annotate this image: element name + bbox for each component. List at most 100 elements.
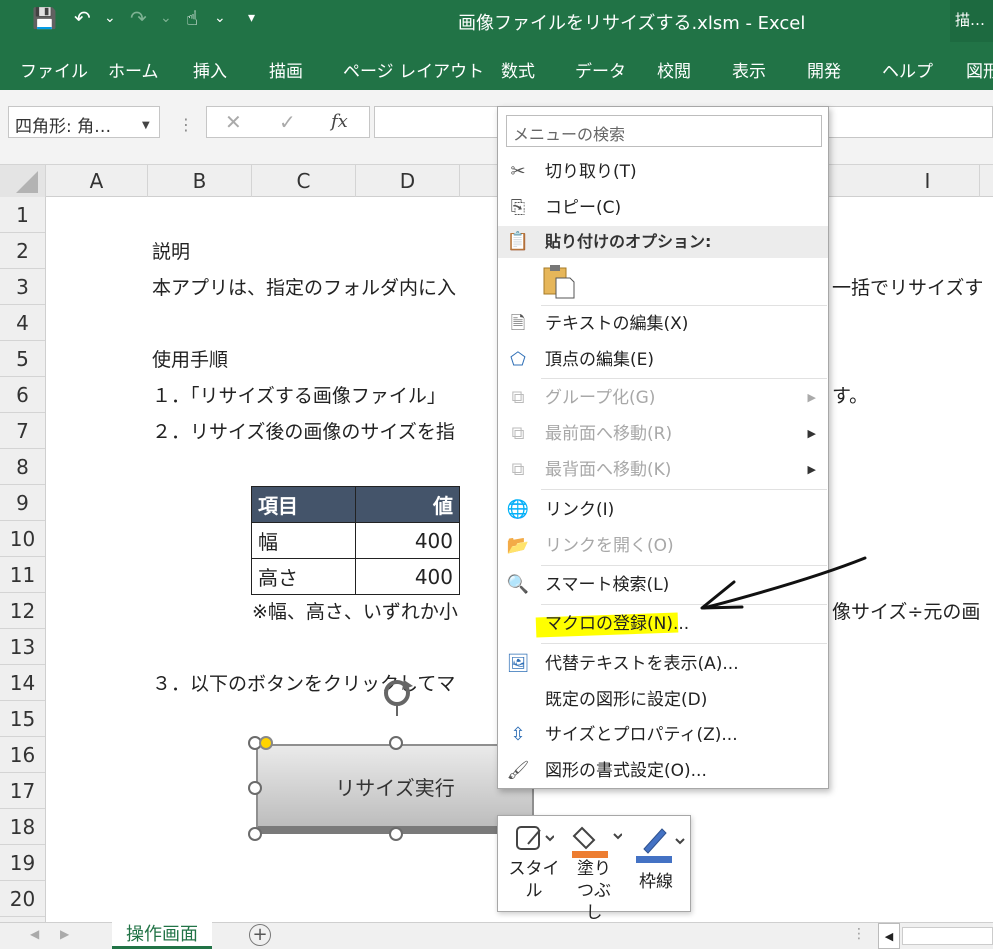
add-sheet-icon[interactable]: + [249,924,271,946]
tab-formulas[interactable]: 数式 [501,57,535,82]
horizontal-scrollbar[interactable] [902,927,993,945]
menu-item-alt-text[interactable]: 🖼 代替テキストを表示(A)... [498,647,828,681]
smart-lookup-icon: 🔍 [506,574,530,595]
table-cell[interactable]: 400 [355,522,460,559]
row-header[interactable]: 5 [0,341,45,377]
menu-item-copy[interactable]: ⎘ コピー(C) [498,191,828,225]
submenu-arrow-icon: ▶ [807,391,816,404]
send-to-back-icon: ⧉ [511,459,525,480]
grip-icon: ⋮ [178,115,194,134]
name-box-dropdown-icon[interactable]: ▼ [142,120,150,131]
name-box[interactable]: 四角形: 角… [8,106,160,138]
row-header[interactable]: 18 [0,809,45,845]
undo-dropdown-icon[interactable]: ⌄ [104,10,116,26]
menu-item-format-shape[interactable]: 🖌 図形の書式設定(O)... [498,754,828,788]
sheet-tab-active[interactable]: 操作画面 [112,922,212,949]
column-header[interactable]: I [876,165,980,197]
resize-handle[interactable] [248,781,262,795]
row-header[interactable]: 19 [0,845,45,881]
size-properties-icon: ⇳ [510,724,526,745]
table-cell[interactable]: 高さ [251,558,356,595]
scroll-right-icon[interactable]: ▶ [60,927,69,941]
menu-item-cut[interactable]: ✂ 切り取り(T) [498,155,828,189]
tab-page-layout[interactable]: ページ レイアウト [343,57,484,82]
tab-data[interactable]: データ [575,57,626,82]
cell-step-1-overflow: す。 [832,385,869,407]
enter-icon[interactable]: ✓ [279,110,296,134]
cancel-icon[interactable]: ✕ [225,110,242,134]
tab-developer[interactable]: 開発 [807,57,841,82]
menu-item-label: 最前面へ移動(R) [545,424,673,444]
resize-handle[interactable] [389,827,403,841]
style-icon [516,826,554,850]
row-header[interactable]: 16 [0,737,45,773]
row-header[interactable]: 1 [0,197,45,233]
menu-item-label: リンク(I) [545,500,615,520]
row-header[interactable]: 11 [0,557,45,593]
submenu-arrow-icon[interactable]: ▶ [808,453,816,487]
adjust-handle[interactable] [259,736,273,750]
row-header[interactable]: 10 [0,521,45,557]
style-button[interactable]: スタイル [506,826,562,902]
row-header[interactable]: 6 [0,377,45,413]
row-header[interactable]: 15 [0,701,45,737]
column-header[interactable]: D [356,165,460,197]
scroll-left-icon[interactable]: ◀ [30,927,39,941]
tab-help[interactable]: ヘルプ [882,57,933,82]
menu-item-link[interactable]: 🌐 リンク(I) [498,493,828,527]
tab-file[interactable]: ファイル [20,57,88,82]
menu-item-label: スマート検索(L) [545,575,670,595]
row-header[interactable]: 4 [0,305,45,341]
fill-label: 塗りつぶし [577,859,611,923]
menu-item-edit-points[interactable]: ⬠ 頂点の編集(E) [498,343,828,377]
submenu-arrow-icon[interactable]: ▶ [808,417,816,451]
touch-dropdown-icon[interactable]: ⌄ [214,10,226,26]
menu-search-input[interactable]: メニューの検索 [506,115,822,147]
tab-home[interactable]: ホーム [108,57,159,82]
row-header[interactable]: 20 [0,881,45,917]
row-header[interactable]: 9 [0,485,45,521]
row-header[interactable]: 7 [0,413,45,449]
row-header[interactable]: 12 [0,593,45,629]
row-header[interactable]: 17 [0,773,45,809]
save-icon[interactable]: 💾 [32,6,57,30]
scissors-icon: ✂ [510,161,526,182]
table-cell[interactable]: 400 [355,558,460,595]
tab-insert[interactable]: 挿入 [193,57,227,82]
edit-points-icon: ⬠ [510,349,526,370]
cell-usage-heading: 使用手順 [152,349,229,371]
tab-shape-format[interactable]: 図形 [966,57,993,82]
resize-run-button[interactable]: リサイズ実行 [256,744,534,834]
column-header[interactable]: C [252,165,356,197]
hscroll-left-icon[interactable]: ◀ [878,923,900,949]
rotate-handle-icon[interactable] [380,676,416,716]
touch-mode-icon[interactable]: ☝ [186,6,198,30]
paste-keep-icon[interactable] [542,264,576,300]
table-row: 高さ 400 [251,558,460,595]
row-header[interactable]: 14 [0,665,45,701]
column-header[interactable]: A [46,165,148,197]
column-header[interactable]: B [148,165,252,197]
alt-text-icon: 🖼 [506,653,530,674]
menu-separator [541,643,827,644]
outline-button[interactable]: 枠線 [628,828,685,893]
menu-item-default-shape[interactable]: 既定の図形に設定(D) [498,683,828,717]
menu-item-size-properties[interactable]: ⇳ サイズとプロパティ(Z)... [498,718,828,752]
row-header[interactable]: 2 [0,233,45,269]
customize-qat-icon[interactable]: ▾ [248,10,255,26]
undo-icon[interactable]: ↶ [74,6,91,30]
row-header[interactable]: 3 [0,269,45,305]
fill-button[interactable]: 塗りつぶし [566,826,622,924]
menu-item-edit-text[interactable]: 🗎 テキストの編集(X) [498,307,828,341]
insert-function-icon[interactable]: fx [331,111,348,132]
table-cell[interactable]: 幅 [251,522,356,559]
row-header[interactable]: 13 [0,629,45,665]
tab-review[interactable]: 校閲 [657,57,691,82]
select-all-corner[interactable] [0,165,46,197]
resize-handle[interactable] [389,736,403,750]
annotation-arrow [700,556,867,610]
tab-view[interactable]: 表示 [732,57,766,82]
row-header[interactable]: 8 [0,449,45,485]
tab-draw[interactable]: 描画 [269,57,303,82]
resize-handle[interactable] [248,827,262,841]
